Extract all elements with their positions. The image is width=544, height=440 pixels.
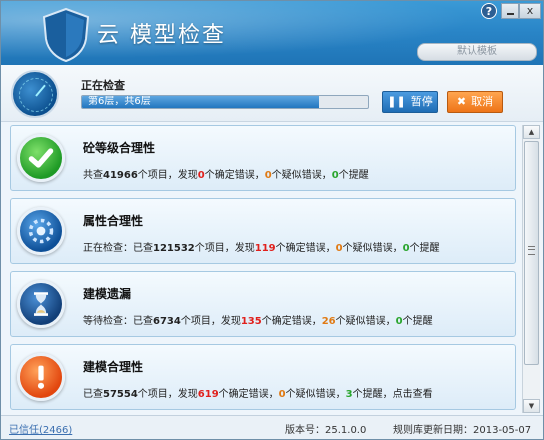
progress-status-text: 第6层，共6层 bbox=[88, 96, 151, 107]
item-name: 属性合理性 bbox=[83, 214, 144, 228]
trusted-link[interactable]: 已信任(2466) bbox=[9, 421, 72, 436]
list-item[interactable]: 砼等级合理性 共查41966个项目，发现0个确定错误，0个疑似错误，0个提醒 bbox=[10, 125, 516, 191]
pause-button[interactable]: ❚❚ 暂停 bbox=[382, 91, 438, 113]
summary-text: 个项目，发现 bbox=[180, 316, 241, 327]
pause-icon: ❚❚ bbox=[387, 95, 406, 108]
cancel-label: 取消 bbox=[471, 95, 494, 108]
summary-text: 等待检查：已查 bbox=[83, 316, 153, 327]
close-button[interactable]: x bbox=[519, 3, 541, 19]
summary-text: 个提醒 bbox=[409, 243, 440, 254]
item-summary: 等待检查：已查6734个项目，发现135个确定错误，26个疑似错误，0个提醒 bbox=[83, 312, 433, 327]
template-select[interactable]: 默认模板 bbox=[417, 43, 537, 61]
list-item[interactable]: 建模合理性 已查57554个项目，发现619个确定错误，0个疑似错误，3个提醒，… bbox=[10, 344, 516, 410]
progress-section: 正在检查 第6层，共6层 ❚❚ 暂停 ✖ 取消 bbox=[1, 65, 543, 122]
summary-text: 个提醒 bbox=[338, 170, 369, 181]
list-item[interactable]: 属性合理性 正在检查：已查121532个项目，发现119个确定错误，0个疑似错误… bbox=[10, 198, 516, 264]
cancel-icon: ✖ bbox=[456, 95, 467, 108]
item-summary: 已查57554个项目，发现619个确定错误，0个疑似错误，3个提醒，点击查看 bbox=[83, 385, 433, 400]
summary-text: 个提醒 bbox=[402, 316, 433, 327]
count-value: 0 bbox=[335, 243, 343, 254]
count-value: 135 bbox=[240, 316, 262, 327]
hourglass-icon bbox=[17, 280, 65, 328]
app-title: 云 模型检查 bbox=[97, 23, 226, 48]
summary-text: 个疑似错误， bbox=[335, 316, 396, 327]
shield-logo-icon bbox=[42, 7, 90, 63]
count-value: 0 bbox=[264, 170, 272, 181]
check-icon bbox=[17, 134, 65, 182]
item-summary: 正在检查：已查121532个项目，发现119个确定错误，0个疑似错误，0个提醒 bbox=[83, 239, 440, 254]
model-check-window: 云 模型检查 ? x 默认模板 正在检查 第6层，共6层 ❚❚ 暂停 ✖ 取消 砼等… bbox=[0, 0, 544, 440]
item-name: 建模合理性 bbox=[83, 360, 144, 374]
pause-label: 暂停 bbox=[410, 95, 433, 108]
loading-icon bbox=[17, 207, 65, 255]
item-name: 砼等级合理性 bbox=[83, 141, 156, 155]
count-value: 0 bbox=[395, 316, 403, 327]
count-value: 0 bbox=[197, 170, 205, 181]
list-item[interactable]: 建模遗漏 等待检查：已查6734个项目，发现135个确定错误，26个疑似错误，0… bbox=[10, 271, 516, 337]
summary-text: 个项目，发现 bbox=[194, 243, 255, 254]
radar-scan-icon bbox=[11, 70, 59, 118]
summary-text: 共查 bbox=[83, 170, 103, 181]
count-value: 619 bbox=[197, 389, 219, 400]
count-value: 0 bbox=[402, 243, 410, 254]
count-value: 0 bbox=[331, 170, 339, 181]
minimize-button[interactable] bbox=[501, 3, 519, 19]
vertical-scrollbar[interactable]: ▲ ▼ bbox=[522, 125, 540, 413]
summary-text: 个确定错误， bbox=[275, 243, 336, 254]
cancel-button[interactable]: ✖ 取消 bbox=[447, 91, 503, 113]
summary-text: 个确定错误， bbox=[204, 170, 265, 181]
count-value: 119 bbox=[254, 243, 276, 254]
summary-text: 个项目，发现 bbox=[137, 170, 198, 181]
count-value: 41966 bbox=[103, 170, 138, 181]
summary-text: 个项目，发现 bbox=[137, 389, 198, 400]
check-item-list: 砼等级合理性 共查41966个项目，发现0个确定错误，0个疑似错误，0个提醒 属… bbox=[10, 125, 518, 413]
summary-text: 正在检查：已查 bbox=[83, 243, 153, 254]
title-bar: 云 模型检查 ? x 默认模板 bbox=[1, 1, 543, 65]
scroll-down-button[interactable]: ▼ bbox=[523, 399, 540, 413]
status-bar: 已信任(2466) 版本号：25.1.0.0 规则库更新日期：2013-05-0… bbox=[1, 415, 543, 439]
count-value: 3 bbox=[345, 389, 353, 400]
scroll-up-button[interactable]: ▲ bbox=[523, 125, 540, 139]
item-summary: 共查41966个项目，发现0个确定错误，0个疑似错误，0个提醒 bbox=[83, 166, 369, 181]
version-label: 版本号：25.1.0.0 bbox=[285, 425, 367, 436]
scroll-thumb[interactable] bbox=[524, 141, 539, 365]
summary-text: 已查 bbox=[83, 389, 103, 400]
count-value: 57554 bbox=[103, 389, 138, 400]
count-value: 6734 bbox=[153, 316, 181, 327]
help-button[interactable]: ? bbox=[481, 3, 497, 19]
rule-date-label: 规则库更新日期：2013-05-07 bbox=[393, 425, 532, 436]
scroll-grip-icon bbox=[528, 246, 535, 255]
count-value: 121532 bbox=[153, 243, 195, 254]
warning-icon bbox=[17, 353, 65, 401]
summary-text: 个疑似错误， bbox=[342, 243, 403, 254]
item-name: 建模遗漏 bbox=[83, 287, 132, 301]
summary-text: 个提醒，点击查看 bbox=[352, 389, 433, 400]
summary-text: 个疑似错误， bbox=[271, 170, 332, 181]
summary-text: 个确定错误， bbox=[218, 389, 279, 400]
summary-text: 个疑似错误， bbox=[285, 389, 346, 400]
count-value: 26 bbox=[321, 316, 336, 327]
progress-bar: 第6层，共6层 bbox=[81, 95, 369, 109]
count-value: 0 bbox=[278, 389, 286, 400]
summary-text: 个确定错误， bbox=[261, 316, 322, 327]
checking-label: 正在检查 bbox=[81, 79, 125, 92]
